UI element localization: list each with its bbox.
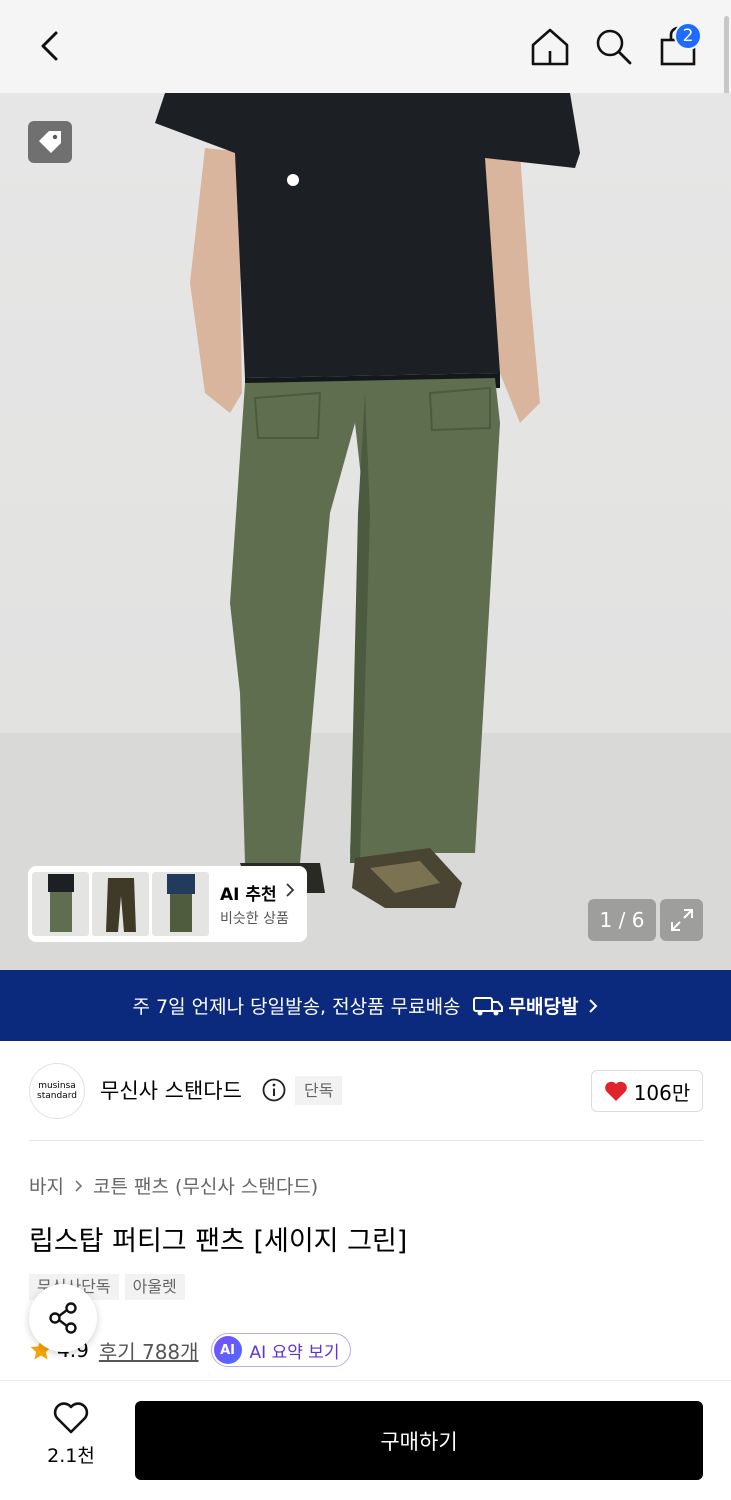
brand-like-count: 106만 (633, 1080, 691, 1105)
brand-logo-line2: standard (37, 1091, 77, 1101)
similar-product-thumb-3[interactable] (152, 872, 209, 936)
heart-outline-icon (53, 1402, 89, 1434)
ai-logo-icon: AI (213, 1336, 242, 1364)
tag-icon (39, 131, 61, 153)
buy-button[interactable]: 구매하기 (135, 1401, 703, 1480)
tag-chip: 아울렛 (124, 1274, 185, 1300)
chevron-right-icon (589, 998, 598, 1013)
favorite-count: 2.1천 (47, 1445, 95, 1467)
share-button[interactable] (29, 1284, 97, 1352)
delivery-promo-banner[interactable]: 주 7일 언제나 당일발송, 전상품 무료배송 무배당발 (0, 970, 731, 1041)
expand-icon (670, 909, 693, 931)
exclusive-badge: 단독 (295, 1076, 343, 1105)
reviews-link[interactable]: 후기 788개 (99, 1336, 199, 1365)
similar-product-thumb-2[interactable] (92, 872, 149, 936)
brand-like-button[interactable]: 106만 (591, 1070, 703, 1112)
similar-product-thumb-1[interactable] (32, 872, 89, 936)
bottom-action-bar: 2.1천 구매하기 (0, 1380, 731, 1500)
brand-logo-line1: musinsa (38, 1081, 76, 1091)
promo-text: 주 7일 언제나 당일발송, 전상품 무료배송 (132, 996, 461, 1018)
thumb-image-3 (167, 874, 195, 932)
ai-summary-label: AI 요약 보기 (249, 1342, 340, 1363)
info-icon[interactable] (262, 1078, 286, 1102)
similar-products-card[interactable]: AI 추천 비슷한 상품 (28, 866, 307, 942)
share-icon (49, 1302, 77, 1334)
price-tag-button[interactable] (28, 121, 72, 163)
heart-filled-icon (604, 1081, 627, 1101)
product-title: 립스탑 퍼티그 팬츠 [세이지 그린] (29, 1226, 408, 1257)
chevron-right-icon (75, 1179, 83, 1192)
ai-recommend-title: AI 추천 (220, 885, 277, 905)
cart-count-badge: 2 (674, 22, 702, 50)
image-counter: 1 / 6 (588, 899, 656, 941)
product-image[interactable]: AI 추천 비슷한 상품 1 / 6 (0, 93, 731, 970)
ai-recommend-subtitle: 비슷한 상품 (220, 911, 289, 927)
brand-name[interactable]: 무신사 스탠다드 (100, 1075, 242, 1105)
brand-logo[interactable]: musinsa standard (29, 1063, 85, 1119)
thumb-image-2 (106, 878, 136, 932)
product-photo (0, 93, 731, 970)
breadcrumb: 바지 코튼 팬츠 (무신사 스탠다드) (29, 1172, 318, 1199)
chevron-right-icon (286, 883, 295, 897)
promo-brand: 무배당발 (508, 996, 579, 1018)
divider (29, 1140, 703, 1141)
back-arrow-icon[interactable] (30, 25, 72, 67)
top-bar: 2 (0, 0, 731, 144)
thumb-image-1 (48, 874, 74, 932)
expand-button[interactable] (660, 899, 703, 941)
search-icon[interactable] (592, 25, 634, 67)
breadcrumb-item[interactable]: 바지 (29, 1172, 64, 1199)
delivery-truck-icon (472, 996, 503, 1015)
breadcrumb-item[interactable]: 코튼 팬츠 (무신사 스탠다드) (93, 1172, 318, 1199)
favorite-button[interactable]: 2.1천 (38, 1401, 104, 1481)
home-icon[interactable] (528, 25, 572, 69)
ai-summary-button[interactable]: AI AI 요약 보기 (210, 1333, 351, 1367)
